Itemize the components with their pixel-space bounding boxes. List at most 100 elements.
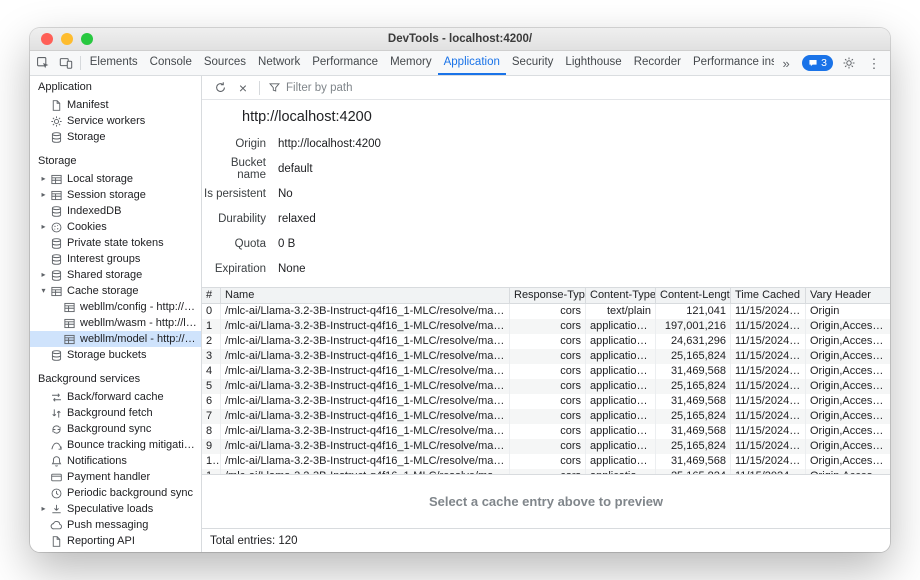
close-window-button[interactable] <box>41 33 53 45</box>
table-row[interactable]: 5/mlc-ai/Llama-3.2-3B-Instruct-q4f16_1-M… <box>202 379 890 394</box>
sidebar-item-back-forward-cache[interactable]: Back/forward cache <box>30 389 201 405</box>
sidebar-item-webllm-model-http-loc[interactable]: webllm/model - http://loc… <box>30 331 201 347</box>
titlebar[interactable]: DevTools - localhost:4200/ <box>30 28 890 51</box>
tab-console[interactable]: Console <box>144 51 198 75</box>
cell-content-type: application/oc… <box>586 349 656 364</box>
sidebar-item-label: Reporting API <box>67 535 135 547</box>
chevron-right-icon[interactable]: ▸ <box>38 267 49 283</box>
sidebar-item-storage-buckets[interactable]: Storage buckets <box>30 347 201 363</box>
sidebar-item-storage[interactable]: Storage <box>30 129 201 145</box>
tab-performance[interactable]: Performance <box>306 51 384 75</box>
cell-vary-header: Origin,Access… <box>806 379 890 394</box>
messages-badge[interactable]: 3 <box>802 55 833 71</box>
window-controls <box>41 28 93 50</box>
chevron-down-icon[interactable]: ▾ <box>38 283 49 299</box>
cell-time-cached: 11/15/2024, 10… <box>731 409 806 424</box>
sidebar-item-label: Service workers <box>67 115 145 127</box>
sidebar-item-local-storage[interactable]: ▸Local storage <box>30 171 201 187</box>
tab-sources[interactable]: Sources <box>198 51 252 75</box>
tab-performance-insights[interactable]: Performance insights <box>687 51 774 75</box>
table-row[interactable]: 0/mlc-ai/Llama-3.2-3B-Instruct-q4f16_1-M… <box>202 304 890 319</box>
table-row[interactable]: 3/mlc-ai/Llama-3.2-3B-Instruct-q4f16_1-M… <box>202 349 890 364</box>
sidebar-item-cookies[interactable]: ▸Cookies <box>30 219 201 235</box>
tab-elements[interactable]: Elements <box>84 51 144 75</box>
sidebar-item-label: Session storage <box>67 189 146 201</box>
close-icon: × <box>239 81 247 95</box>
sidebar-item-background-sync[interactable]: Background sync <box>30 421 201 437</box>
sidebar-item-session-storage[interactable]: ▸ Session storage <box>30 187 201 203</box>
sidebar-item-webllm-wasm-http-loca[interactable]: webllm/wasm - http://loca… <box>30 315 201 331</box>
sidebar-item-bounce-tracking-mitigations[interactable]: Bounce tracking mitigations <box>30 437 201 453</box>
chevron-right-icon[interactable]: ▸ <box>38 171 49 187</box>
sidebar-item-private-state-tokens[interactable]: Private state tokens <box>30 235 201 251</box>
cell-content-length: 25,165,824 <box>656 409 731 424</box>
cell-response-type: cors <box>510 334 586 349</box>
sidebar-item-manifest[interactable]: Manifest <box>30 97 201 113</box>
chevron-right-icon[interactable]: ▸ <box>38 501 49 517</box>
table-row[interactable]: 1/mlc-ai/Llama-3.2-3B-Instruct-q4f16_1-M… <box>202 319 890 334</box>
sidebar-item-label: Periodic background sync <box>67 487 193 499</box>
sidebar-item-payment-handler[interactable]: Payment handler <box>30 469 201 485</box>
sidebar-item-speculative-loads[interactable]: ▸Speculative loads <box>30 501 201 517</box>
speculative-icon <box>49 503 64 516</box>
filter-box[interactable] <box>268 81 456 94</box>
tab-lighthouse[interactable]: Lighthouse <box>559 51 627 75</box>
sidebar-item-cache-storage[interactable]: ▾Cache storage <box>30 283 201 299</box>
tab-memory[interactable]: Memory <box>384 51 438 75</box>
chevron-right-icon[interactable]: ▸ <box>38 187 49 203</box>
column-header-index[interactable]: # <box>202 288 221 303</box>
table-row[interactable]: 6/mlc-ai/Llama-3.2-3B-Instruct-q4f16_1-M… <box>202 394 890 409</box>
tab-network[interactable]: Network <box>252 51 306 75</box>
table-row[interactable]: 8/mlc-ai/Llama-3.2-3B-Instruct-q4f16_1-M… <box>202 424 890 439</box>
sidebar-item-periodic-background-sync[interactable]: Periodic background sync <box>30 485 201 501</box>
detail-label: Expiration <box>202 263 266 275</box>
tab-recorder[interactable]: Recorder <box>628 51 687 75</box>
table-row[interactable]: 7/mlc-ai/Llama-3.2-3B-Instruct-q4f16_1-M… <box>202 409 890 424</box>
table-icon <box>62 317 77 330</box>
device-toolbar-button[interactable] <box>54 51 76 75</box>
sidebar-item-notifications[interactable]: Notifications <box>30 453 201 469</box>
sidebar-item-reporting-api[interactable]: Reporting API <box>30 533 201 549</box>
column-header-time-cached[interactable]: Time Cached <box>731 288 806 303</box>
cell-name: /mlc-ai/Llama-3.2-3B-Instruct-q4f16_1-ML… <box>221 409 510 424</box>
column-header-name[interactable]: Name <box>221 288 510 303</box>
chevron-right-icon[interactable]: ▸ <box>38 219 49 235</box>
sidebar-item-service-workers[interactable]: Service workers <box>30 113 201 129</box>
table-row[interactable]: 4/mlc-ai/Llama-3.2-3B-Instruct-q4f16_1-M… <box>202 364 890 379</box>
sidebar-item-label: webllm/wasm - http://loca… <box>80 317 197 329</box>
zoom-window-button[interactable] <box>81 33 93 45</box>
table-row[interactable]: 10/mlc-ai/Llama-3.2-3B-Instruct-q4f16_1-… <box>202 454 890 469</box>
table-row[interactable]: 9/mlc-ai/Llama-3.2-3B-Instruct-q4f16_1-M… <box>202 439 890 454</box>
detail-value: default <box>278 163 313 175</box>
column-header-content-length[interactable]: Content-Length <box>656 288 731 303</box>
sidebar-item-webllm-config-http-loc[interactable]: webllm/config - http://loc… <box>30 299 201 315</box>
column-header-content-type[interactable]: Content-Type <box>586 288 656 303</box>
minimize-window-button[interactable] <box>61 33 73 45</box>
more-tabs-button[interactable]: » <box>774 57 798 70</box>
filter-input[interactable] <box>286 82 456 94</box>
sidebar-item-background-fetch[interactable]: Background fetch <box>30 405 201 421</box>
sidebar-tree: ApplicationManifestService workersStorag… <box>30 79 201 549</box>
column-header-response-type[interactable]: Response-Type <box>510 288 586 303</box>
sidebar-item-indexeddb[interactable]: IndexedDB <box>30 203 201 219</box>
delete-selected-button[interactable]: × <box>233 78 253 98</box>
table-icon <box>62 301 77 314</box>
cell-vary-header: Origin <box>806 304 890 319</box>
cell-name: /mlc-ai/Llama-3.2-3B-Instruct-q4f16_1-ML… <box>221 379 510 394</box>
tab-security[interactable]: Security <box>506 51 560 75</box>
sidebar-item-interest-groups[interactable]: Interest groups <box>30 251 201 267</box>
tab-label: Elements <box>90 56 138 68</box>
inspect-element-button[interactable] <box>32 51 54 75</box>
sidebar-section-background-services: Background services <box>30 371 201 387</box>
sidebar-item-shared-storage[interactable]: ▸Shared storage <box>30 267 201 283</box>
sidebar-item-label: Bounce tracking mitigations <box>67 439 197 451</box>
sidebar-item-push-messaging[interactable]: Push messaging <box>30 517 201 533</box>
tab-label: Memory <box>390 56 432 68</box>
table-row[interactable]: 2/mlc-ai/Llama-3.2-3B-Instruct-q4f16_1-M… <box>202 334 890 349</box>
main-menu-button[interactable]: ⋮ <box>862 57 886 70</box>
tab-application[interactable]: Application <box>438 51 506 75</box>
refresh-button[interactable] <box>210 78 230 98</box>
settings-button[interactable] <box>837 56 861 70</box>
sidebar-item-label: Notifications <box>67 455 127 467</box>
column-header-vary-header[interactable]: Vary Header <box>806 288 890 303</box>
